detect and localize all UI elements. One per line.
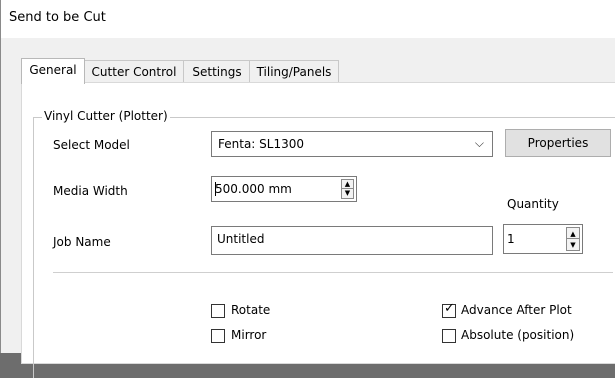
advance-after-plot-checkbox[interactable]: ✓ bbox=[442, 301, 456, 318]
select-model-value: Fenta: SL1300 bbox=[218, 137, 304, 151]
media-width-spin-buttons[interactable]: ▲ ▼ bbox=[341, 179, 354, 199]
media-width-spinbox[interactable]: 500.000 mm ▲ ▼ bbox=[211, 176, 357, 202]
job-name-value: Untitled bbox=[217, 232, 265, 246]
mirror-checkbox[interactable] bbox=[211, 329, 225, 343]
select-model-dropdown[interactable]: Fenta: SL1300 ⌵ bbox=[211, 131, 493, 157]
title-bar[interactable]: Send to be Cut bbox=[1, 0, 615, 38]
chevron-down-icon: ⌵ bbox=[474, 136, 484, 150]
media-width-label: Media Width bbox=[53, 184, 128, 198]
spin-up-icon[interactable]: ▲ bbox=[342, 180, 353, 189]
job-name-label: Job Name bbox=[53, 235, 111, 249]
spin-up-icon[interactable]: ▲ bbox=[567, 228, 579, 239]
quantity-value: 1 bbox=[507, 232, 515, 246]
media-width-value: 500.000 mm bbox=[215, 182, 292, 196]
divider bbox=[53, 272, 613, 273]
absolute-position-label: Absolute (position) bbox=[461, 328, 575, 342]
advance-after-plot-label: Advance After Plot bbox=[461, 303, 572, 317]
rotate-label: Rotate bbox=[231, 303, 271, 317]
absolute-position-checkbox[interactable] bbox=[442, 329, 456, 343]
mirror-label: Mirror bbox=[231, 328, 267, 342]
job-name-input[interactable]: Untitled bbox=[211, 226, 493, 255]
quantity-label: Quantity bbox=[507, 197, 559, 211]
spin-down-icon[interactable]: ▼ bbox=[342, 189, 353, 198]
tab-tiling-panels[interactable]: Tiling/Panels bbox=[249, 60, 339, 83]
properties-button[interactable]: Properties bbox=[505, 129, 611, 157]
group-title: Vinyl Cutter (Plotter) bbox=[42, 109, 170, 123]
window-title: Send to be Cut bbox=[9, 10, 106, 25]
tab-general[interactable]: General bbox=[21, 58, 85, 84]
text-cursor bbox=[215, 182, 216, 196]
quantity-spinbox[interactable]: 1 ▲ ▼ bbox=[503, 224, 583, 254]
select-model-label: Select Model bbox=[53, 138, 130, 152]
rotate-checkbox[interactable] bbox=[211, 304, 225, 318]
tab-settings[interactable]: Settings bbox=[183, 60, 251, 83]
quantity-spin-buttons[interactable]: ▲ ▼ bbox=[566, 227, 580, 251]
check-icon: ✓ bbox=[444, 301, 455, 316]
send-to-be-cut-dialog: Send to be Cut General Cutter Control Se… bbox=[0, 0, 615, 378]
spin-down-icon[interactable]: ▼ bbox=[567, 239, 579, 250]
tab-cutter-control[interactable]: Cutter Control bbox=[83, 60, 185, 83]
